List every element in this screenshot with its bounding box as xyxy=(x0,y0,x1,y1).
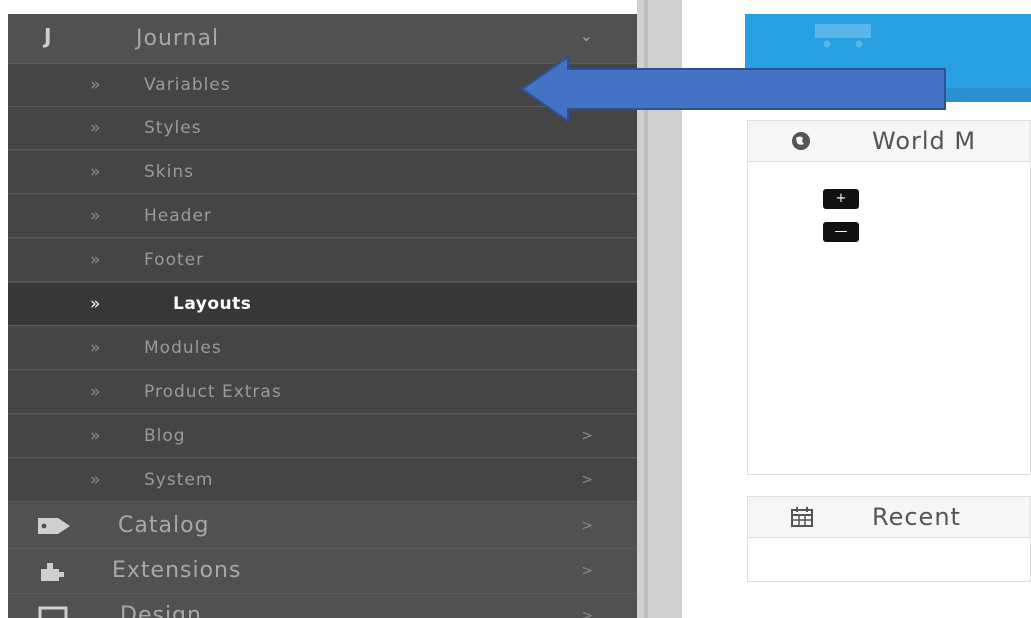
sidebar-item-catalog[interactable]: Catalog > xyxy=(8,504,637,549)
sidebar-subitem-layouts[interactable]: » Layouts xyxy=(8,283,637,326)
sidebar-subitem-label: Footer xyxy=(144,250,205,270)
sidebar-subitem-label: Skins xyxy=(144,162,194,182)
chevron-right-icon: > xyxy=(581,428,593,444)
sidebar-subitem-system[interactable]: » System > xyxy=(8,459,637,502)
panel-title: Recent xyxy=(872,503,961,531)
sidebar-item-label: Catalog xyxy=(118,513,210,538)
chevron-right-icon: > xyxy=(581,563,593,579)
calendar-icon xyxy=(790,506,814,533)
recent-activity-panel: Recent xyxy=(747,496,1031,582)
double-chevron-icon: » xyxy=(90,75,101,95)
monitor-icon xyxy=(38,606,68,618)
globe-icon xyxy=(790,130,812,157)
sidebar-subitem-label: Header xyxy=(144,206,212,226)
panel-heading: Recent xyxy=(748,497,1030,538)
shopping-cart-icon xyxy=(815,24,871,48)
sidebar-subitem-skins[interactable]: » Skins xyxy=(8,151,637,194)
chevron-down-icon: ⌄ xyxy=(579,26,593,45)
sidebar-item-label: Design xyxy=(120,603,202,618)
sidebar-subitem-modules[interactable]: » Modules xyxy=(8,327,637,370)
sidebar-subitem-blog[interactable]: » Blog > xyxy=(8,415,637,458)
sidebar-subitem-footer[interactable]: » Footer xyxy=(8,239,637,282)
puzzle-icon xyxy=(38,560,66,589)
sidebar-subitem-product-extras[interactable]: » Product Extras xyxy=(8,371,637,414)
double-chevron-icon: » xyxy=(90,118,101,138)
double-chevron-icon: » xyxy=(90,338,101,358)
chevron-right-icon: > xyxy=(581,608,593,618)
sidebar-subitem-label: Variables xyxy=(144,75,231,95)
sidebar-subitem-label: Layouts xyxy=(173,294,252,314)
sidebar-subitem-label: Product Extras xyxy=(144,382,282,402)
sidebar-item-label: Extensions xyxy=(112,558,242,583)
world-map-panel: World M + — xyxy=(747,120,1031,475)
double-chevron-icon: » xyxy=(90,382,101,402)
double-chevron-icon: » xyxy=(90,206,101,226)
chevron-right-icon: > xyxy=(581,472,593,488)
zoom-in-button[interactable]: + xyxy=(823,189,859,209)
sidebar-subitem-label: Blog xyxy=(144,426,186,446)
top-strip xyxy=(0,0,1031,14)
panel-heading: World M xyxy=(748,121,1030,162)
journal-j-icon: J xyxy=(44,24,52,48)
zoom-out-button[interactable]: — xyxy=(823,222,859,242)
sidebar-subitem-label: Modules xyxy=(144,338,222,358)
sidebar-item-design[interactable]: Design > xyxy=(8,594,637,618)
sidebar-subitem-label: Styles xyxy=(144,118,202,138)
double-chevron-icon: » xyxy=(90,294,101,314)
sidebar-item-extensions[interactable]: Extensions > xyxy=(8,549,637,594)
double-chevron-icon: » xyxy=(90,250,101,270)
double-chevron-icon: » xyxy=(90,426,101,446)
double-chevron-icon: » xyxy=(90,162,101,182)
sidebar-subitem-header[interactable]: » Header xyxy=(8,195,637,238)
tags-icon xyxy=(36,514,76,543)
double-chevron-icon: » xyxy=(90,470,101,490)
chevron-right-icon: > xyxy=(581,518,593,534)
sidebar-item-label: Journal xyxy=(136,26,220,51)
sidebar-subitem-label: System xyxy=(144,470,214,490)
panel-title: World M xyxy=(872,127,977,155)
annotation-arrow xyxy=(520,55,946,123)
